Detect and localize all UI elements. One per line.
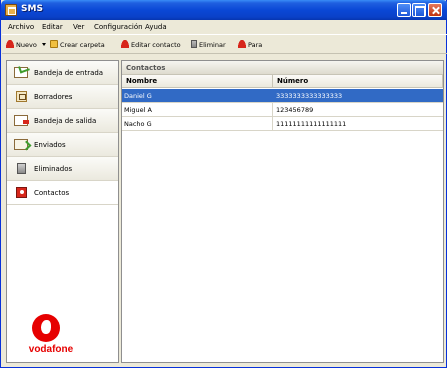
menu-bar: Archivo Editar Ver Configuración Ayuda (2, 20, 447, 34)
contact-name: Daniel G (124, 92, 152, 100)
to-label: Para (248, 41, 263, 49)
new-contact-icon (6, 40, 14, 48)
delete-label: Eliminar (199, 41, 226, 49)
maximize-button[interactable] (412, 3, 426, 17)
sidebar-item-sent[interactable]: Enviados (7, 133, 118, 157)
contact-name: Nacho G (124, 120, 152, 128)
drafts-icon (16, 91, 27, 102)
folder-sidebar: Bandeja de entrada Borradores Bandeja de… (6, 60, 119, 363)
sidebar-item-inbox[interactable]: Bandeja de entrada (7, 61, 118, 85)
menu-ayuda[interactable]: Ayuda (145, 23, 167, 31)
inbox-icon (14, 67, 28, 78)
sidebar-item-contacts[interactable]: Contactos (7, 181, 118, 205)
table-row[interactable]: Miguel A 123456789 (122, 103, 443, 117)
panel-title: Contactos (126, 64, 166, 72)
contact-name: Miguel A (124, 106, 152, 114)
trash-icon (17, 163, 26, 174)
sidebar-item-outbox[interactable]: Bandeja de salida (7, 109, 118, 133)
menu-archivo[interactable]: Archivo (8, 23, 34, 31)
close-button[interactable] (428, 3, 442, 17)
trash-icon (191, 40, 197, 48)
edit-contact-label: Editar contacto (131, 41, 181, 49)
new-button[interactable]: Nuevo (6, 40, 46, 51)
folder-icon (50, 40, 58, 48)
panel-header: Contactos (122, 61, 443, 75)
edit-contact-button[interactable]: Editar contacto (121, 40, 181, 51)
delete-button[interactable]: Eliminar (191, 40, 226, 51)
recipient-icon (238, 40, 246, 48)
outbox-icon (14, 115, 29, 126)
column-header-name[interactable]: Nombre (122, 75, 273, 88)
menu-configuracion[interactable]: Configuración (94, 23, 143, 31)
create-folder-button[interactable]: Crear carpeta (50, 40, 105, 51)
brand-logo-text: vodafone (28, 344, 74, 355)
column-divider (272, 103, 273, 117)
sidebar-item-label: Eliminados (34, 165, 73, 173)
new-label: Nuevo (16, 41, 37, 49)
sidebar-item-label: Enviados (34, 141, 66, 149)
contacts-icon (16, 187, 27, 198)
menu-editar[interactable]: Editar (42, 23, 63, 31)
title-bar[interactable]: SMS (1, 0, 447, 20)
toolbar: Nuevo Crear carpeta Editar contacto Elim… (2, 34, 447, 54)
menu-ver[interactable]: Ver (73, 23, 84, 31)
edit-contact-icon (121, 40, 129, 48)
sent-icon (14, 139, 28, 150)
sidebar-item-label: Contactos (34, 189, 70, 197)
sidebar-item-drafts[interactable]: Borradores (7, 85, 118, 109)
sidebar-item-label: Bandeja de salida (34, 117, 97, 125)
table-row[interactable]: Nacho G 11111111111111111 (122, 117, 443, 131)
contacts-panel: Contactos Nombre Número Daniel G 3333333… (121, 60, 444, 363)
column-header-label: Número (277, 77, 309, 85)
create-folder-label: Crear carpeta (60, 41, 105, 49)
window-title: SMS (21, 4, 43, 14)
contact-number: 123456789 (276, 106, 314, 114)
column-header-label: Nombre (126, 77, 158, 85)
sidebar-item-label: Bandeja de entrada (34, 69, 104, 77)
sidebar-item-label: Borradores (34, 93, 73, 101)
column-header-number[interactable]: Número (273, 75, 443, 88)
vodafone-logo-icon (32, 314, 60, 342)
sidebar-item-deleted[interactable]: Eliminados (7, 157, 118, 181)
contact-number: 11111111111111111 (276, 120, 347, 128)
app-icon (5, 4, 17, 16)
contact-number: 3333333333333333 (276, 92, 343, 100)
table-row[interactable]: Daniel G 3333333333333333 (122, 89, 443, 103)
column-divider (272, 117, 273, 131)
to-button[interactable]: Para (238, 40, 262, 51)
sms-window: SMS Archivo Editar Ver Configuración Ayu… (0, 0, 447, 368)
chevron-down-icon[interactable] (42, 43, 46, 46)
minimize-button[interactable] (397, 3, 411, 17)
